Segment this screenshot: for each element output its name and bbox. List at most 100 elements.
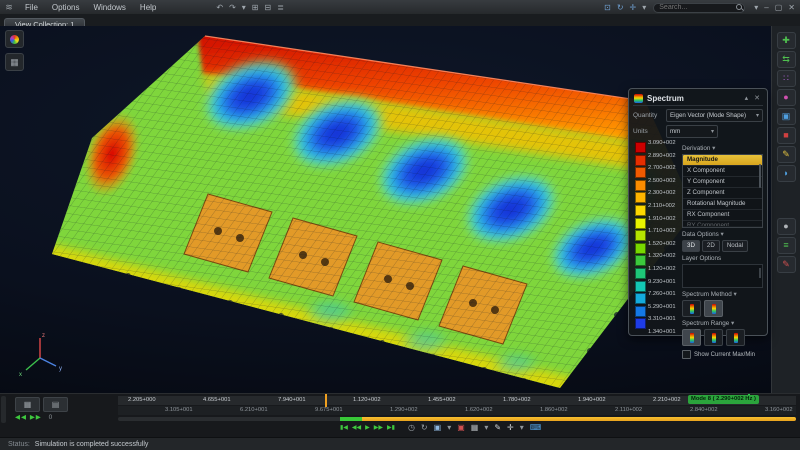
color-legend: 3.090+0022.890+0022.700+0022.500+0022.30… (633, 142, 682, 359)
step-forward-button[interactable]: ▶▶ (372, 424, 385, 431)
derivation-option[interactable]: RX Component (683, 210, 762, 221)
minimize-icon[interactable]: – (761, 3, 771, 12)
step-back-button[interactable]: ◀◀ (350, 424, 363, 431)
edit-scene-icon[interactable]: ✎ (777, 256, 796, 273)
step-back-icon[interactable]: ◀◀ (15, 414, 27, 421)
derivation-header[interactable]: Derivation ▾ (682, 145, 763, 152)
timeline-list-button[interactable]: ▤ (43, 397, 68, 412)
menu-windows[interactable]: Windows (86, 3, 132, 12)
hotkeys-button[interactable]: ▦ (5, 53, 24, 71)
sync-views-icon[interactable]: ⇆ (777, 51, 796, 68)
probe-icon[interactable]: ● (777, 89, 796, 106)
add-model-icon[interactable]: ✚ (777, 32, 796, 49)
display-modes-icon[interactable]: ▣ (777, 108, 796, 125)
timeline-step-controls: ◀◀ ▶▶ 0 (15, 413, 53, 421)
data-option-3d[interactable]: 3D (682, 240, 700, 252)
animation-tool-buttons: ◷↻▣▾▣▦▾✎✛▾⌨ (405, 423, 544, 432)
annotate-icon[interactable]: ✎ (777, 146, 796, 163)
step-forward-icon[interactable]: ▶▶ (30, 414, 42, 421)
layer-options-box[interactable] (682, 264, 763, 288)
derivation-option[interactable]: X Component (683, 166, 762, 177)
range-custom-button[interactable] (726, 329, 745, 346)
quantity-select[interactable]: Eigen Vector (Mode Shape) ▾ (666, 109, 763, 122)
layout-icon[interactable]: ⊞ (249, 3, 262, 12)
spectrum-method-header[interactable]: Spectrum Method ▾ (682, 291, 763, 298)
restore-icon[interactable]: ▢ (772, 3, 786, 12)
method-banded-button[interactable] (682, 300, 701, 317)
panel-collapse-icon[interactable]: ▴ (742, 94, 752, 102)
history-dropdown-icon[interactable]: ▾ (239, 3, 249, 12)
menu-file[interactable]: File (18, 3, 45, 12)
menu-options[interactable]: Options (45, 3, 87, 12)
search-options-dropdown-icon[interactable]: ▾ (751, 3, 761, 12)
animation-scrubber[interactable] (118, 417, 796, 421)
legend-swatch (635, 268, 646, 279)
views-icon[interactable]: ⊟ (262, 3, 275, 12)
spectrum-method-group (682, 300, 763, 317)
frequency-tick: 9.675+001 (315, 407, 343, 413)
snapshot-icon[interactable]: ▦ (468, 423, 482, 432)
data-option-2d[interactable]: 2D (702, 240, 720, 252)
list-icon[interactable]: ≣ (274, 3, 287, 12)
snapshot-dropdown-icon[interactable]: ▾ (481, 423, 491, 432)
view-dropdown-icon[interactable]: ▾ (639, 3, 649, 12)
derivation-option[interactable]: Magnitude (683, 155, 762, 166)
menu-help[interactable]: Help (133, 3, 163, 12)
record-icon[interactable]: ■ (777, 127, 796, 144)
current-position-marker[interactable] (325, 394, 327, 407)
legend-swatch (635, 192, 646, 203)
spectrum-range-header[interactable]: Spectrum Range ▾ (682, 320, 763, 327)
frequency-tick: 1.455+002 (428, 397, 456, 403)
units-select[interactable]: mm ▾ (666, 125, 718, 138)
frequency-tick: 6.210+001 (240, 407, 268, 413)
loop-icon[interactable]: ↻ (418, 423, 431, 432)
first-frame-button[interactable]: ▮◀ (338, 424, 350, 431)
spectrum-panel: Spectrum ▴ ✕ Quantity Eigen Vector (Mode… (628, 88, 768, 336)
spectrum-toggle-button[interactable] (5, 30, 24, 48)
materials-icon[interactable]: ∷ (777, 70, 796, 87)
method-continuous-button[interactable] (704, 300, 723, 317)
spectrum-panel-header[interactable]: Spectrum ▴ ✕ (633, 91, 763, 106)
timeline-drag-handle[interactable] (1, 396, 6, 423)
animation-speed-icon[interactable]: ◷ (405, 423, 418, 432)
undo-icon[interactable]: ↶ (213, 3, 226, 12)
legend-swatch (635, 255, 646, 266)
colorbar-icon (712, 304, 716, 314)
redo-icon[interactable]: ↷ (226, 3, 239, 12)
hotkey-panel-icon[interactable]: ⌨ (527, 423, 545, 432)
legend-value: 1.710+002 (648, 228, 676, 234)
fit-view-icon[interactable]: ⊡ (601, 3, 614, 12)
show-current-checkbox[interactable] (682, 350, 691, 359)
layers-icon[interactable]: ≡ (777, 237, 796, 254)
data-options-header[interactable]: Data Options ▾ (682, 231, 763, 238)
search-input[interactable] (653, 3, 745, 13)
capture-screen-icon[interactable]: ▣ (431, 423, 445, 432)
frequency-scale-row-2[interactable]: 3.105+0016.210+0019.675+0011.290+0021.62… (118, 406, 796, 415)
render-sphere-icon[interactable]: ● (777, 218, 796, 235)
data-option-nodal[interactable]: Nodal (722, 240, 748, 252)
model-viewport[interactable]: z x y ▦ ✚⇆∷●▣■✎◗ ●≡✎ Spectrum ▴ ✕ Qu (0, 26, 800, 393)
derivation-option[interactable]: RY Component (683, 221, 762, 227)
range-auto-button[interactable] (682, 329, 701, 346)
add-marker-icon[interactable]: ✛ (504, 423, 517, 432)
panel-close-icon[interactable]: ✕ (751, 94, 763, 102)
derivation-option[interactable]: Rotational Magnitude (683, 199, 762, 210)
menubar-toolbar-left: ↶↷▾⊞⊟≣ (213, 3, 287, 12)
close-icon[interactable]: ✕ (785, 3, 798, 12)
play-button[interactable]: ▶ (363, 424, 372, 431)
timeline-table-button[interactable]: ▦ (15, 397, 40, 412)
section-cut-icon[interactable]: ◗ (777, 165, 796, 182)
annotation-pen-icon[interactable]: ✎ (491, 423, 504, 432)
rotate-view-icon[interactable]: ↻ (614, 3, 627, 12)
axis-x-label: x (19, 372, 22, 378)
capture-dropdown-icon[interactable]: ▾ (444, 423, 454, 432)
range-local-button[interactable] (704, 329, 723, 346)
axis-y-label: y (59, 366, 62, 372)
marker-dropdown-icon[interactable]: ▾ (517, 423, 527, 432)
record-video-icon[interactable]: ▣ (454, 423, 468, 432)
orientation-icon[interactable]: ✛ (627, 3, 640, 12)
search-icon[interactable] (736, 4, 742, 10)
derivation-option[interactable]: Y Component (683, 177, 762, 188)
derivation-option[interactable]: Z Component (683, 188, 762, 199)
last-frame-button[interactable]: ▶▮ (385, 424, 397, 431)
